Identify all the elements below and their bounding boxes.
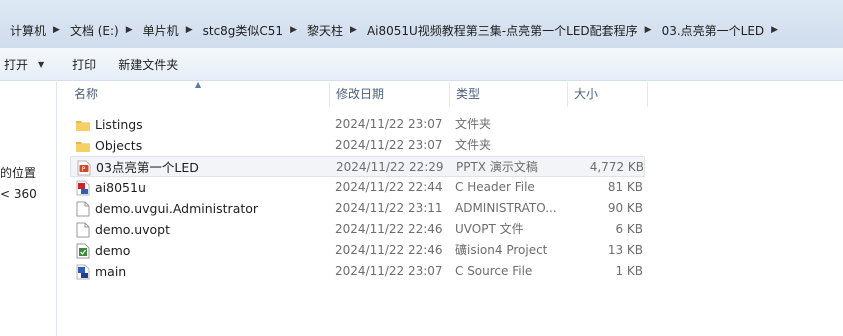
breadcrumb-item[interactable]: 文档 (E:) ▶ (60, 19, 133, 41)
file-row-listings[interactable]: Listings 2024/11/22 23:07 文件夹 (70, 114, 645, 135)
c-source-file-icon (74, 261, 92, 282)
chevron-down-icon[interactable]: ▼ (38, 60, 44, 69)
breadcrumb-item[interactable]: 03.点亮第一个LED ▶ (652, 19, 779, 41)
navigation-pane[interactable]: 的位置 < 360 (0, 82, 57, 336)
chevron-right-icon[interactable]: ▶ (290, 25, 297, 35)
print-button[interactable]: 打印 (64, 52, 104, 76)
file-size: 81 KB (607, 180, 643, 194)
file-name: ai8051u (95, 180, 146, 195)
breadcrumb-label: 文档 (E:) (69, 23, 119, 38)
chevron-right-icon[interactable]: ▶ (350, 25, 357, 35)
column-headers: ▲ 名称 修改日期 类型 大小 (58, 81, 843, 107)
file-name: main (95, 264, 127, 279)
breadcrumb-label: 单片机 (142, 23, 179, 38)
file-row-demo-project[interactable]: demo 2024/11/22 22:46 礦ision4 Project 13… (70, 240, 645, 261)
svg-text:P: P (82, 166, 86, 173)
new-folder-button[interactable]: 新建文件夹 (110, 52, 186, 76)
new-folder-button-label: 新建文件夹 (118, 57, 179, 72)
breadcrumb-label: 计算机 (10, 23, 47, 38)
c-header-file-icon (74, 177, 92, 198)
folder-icon (74, 135, 92, 156)
file-name: 03点亮第一个LED (96, 160, 199, 175)
file-type: UVOPT 文件 (455, 222, 524, 236)
breadcrumb-label: stc8g类似C51 (202, 23, 284, 38)
file-type: 礦ision4 Project (455, 243, 548, 257)
file-name: demo.uvopt (95, 222, 171, 237)
breadcrumb-label: Ai8051U视频教程第三集-点亮第一个LED配套程序 (366, 23, 638, 38)
file-row-demo-uvgui[interactable]: demo.uvgui.Administrator 2024/11/22 23:1… (70, 198, 645, 219)
column-header-type[interactable]: 类型 (450, 82, 568, 107)
breadcrumb-label: 03.点亮第一个LED (661, 23, 765, 38)
file-row-pptx[interactable]: P 03点亮第一个LED 2024/11/22 22:29 PPTX 演示文稿 … (70, 156, 645, 177)
file-size: 6 KB (615, 222, 643, 236)
chevron-right-icon[interactable]: ▶ (186, 25, 193, 35)
file-date: 2024/11/22 23:07 (335, 117, 443, 131)
file-name: Listings (95, 117, 143, 132)
file-type: C Header File (455, 180, 535, 194)
generic-file-icon (74, 219, 92, 240)
nav-item-360[interactable]: < 360 (0, 187, 37, 201)
address-bar[interactable]: 计算机 ▶ 文档 (E:) ▶ 单片机 ▶ stc8g类似C51 ▶ 黎天柱 ▶ Ai80… (0, 0, 843, 48)
column-header-name[interactable]: 名称 (68, 82, 330, 107)
file-type: 文件夹 (455, 138, 492, 152)
file-date: 2024/11/22 22:44 (335, 180, 443, 194)
file-size (570, 135, 643, 156)
breadcrumb-item[interactable]: 黎天柱 ▶ (297, 19, 357, 41)
chevron-right-icon[interactable]: ▶ (645, 25, 652, 35)
file-row-demo-uvopt[interactable]: demo.uvopt 2024/11/22 22:46 UVOPT 文件 6 K… (70, 219, 645, 240)
breadcrumb-item[interactable]: 单片机 ▶ (133, 19, 193, 41)
print-button-label: 打印 (72, 57, 97, 72)
open-button-label: 打开 (4, 57, 29, 72)
uvision-project-icon (74, 240, 92, 261)
file-type: C Source File (455, 264, 533, 278)
file-size: 90 KB (607, 201, 643, 215)
breadcrumb-item[interactable]: Ai8051U视频教程第三集-点亮第一个LED配套程序 ▶ (357, 19, 652, 41)
file-name: demo (95, 243, 131, 258)
file-size (570, 114, 643, 135)
file-date: 2024/11/22 23:07 (335, 138, 443, 152)
file-type: PPTX 演示文稿 (456, 160, 538, 174)
command-bar: 打开 ▼ 打印 新建文件夹 (0, 48, 843, 81)
breadcrumb: 计算机 ▶ 文档 (E:) ▶ 单片机 ▶ stc8g类似C51 ▶ 黎天柱 ▶ Ai80… (0, 17, 843, 43)
breadcrumb-label: 黎天柱 (307, 23, 344, 38)
file-row-main[interactable]: main 2024/11/22 23:07 C Source File 1 KB (70, 261, 645, 282)
chevron-right-icon[interactable]: ▶ (126, 25, 133, 35)
file-size: 13 KB (607, 243, 643, 257)
file-size: 1 KB (615, 264, 643, 278)
column-header-date[interactable]: 修改日期 (330, 82, 450, 107)
file-date: 2024/11/22 22:29 (336, 160, 444, 174)
chevron-right-icon[interactable]: ▶ (53, 25, 60, 35)
file-size: 4,772 KB (589, 160, 644, 174)
generic-file-icon (74, 198, 92, 219)
file-date: 2024/11/22 23:11 (335, 201, 443, 215)
file-row-ai8051u[interactable]: ai8051u 2024/11/22 22:44 C Header File 8… (70, 177, 645, 198)
file-date: 2024/11/22 22:46 (335, 222, 443, 236)
pptx-file-icon: P (75, 157, 93, 178)
open-button[interactable]: 打开 ▼ (0, 52, 52, 76)
file-date: 2024/11/22 23:07 (335, 264, 443, 278)
file-type: ADMINISTRATO... (455, 201, 557, 215)
breadcrumb-item[interactable]: stc8g类似C51 ▶ (193, 19, 297, 41)
column-header-size[interactable]: 大小 (568, 82, 648, 107)
file-name: demo.uvgui.Administrator (95, 201, 259, 216)
file-type: 文件夹 (455, 117, 492, 131)
file-row-objects[interactable]: Objects 2024/11/22 23:07 文件夹 (70, 135, 645, 156)
nav-item-recent-places[interactable]: 的位置 (0, 164, 36, 181)
file-name: Objects (95, 138, 143, 153)
chevron-right-icon[interactable]: ▶ (771, 25, 778, 35)
folder-icon (74, 114, 92, 135)
file-date: 2024/11/22 22:46 (335, 243, 443, 257)
breadcrumb-item[interactable]: 计算机 ▶ (0, 19, 60, 41)
